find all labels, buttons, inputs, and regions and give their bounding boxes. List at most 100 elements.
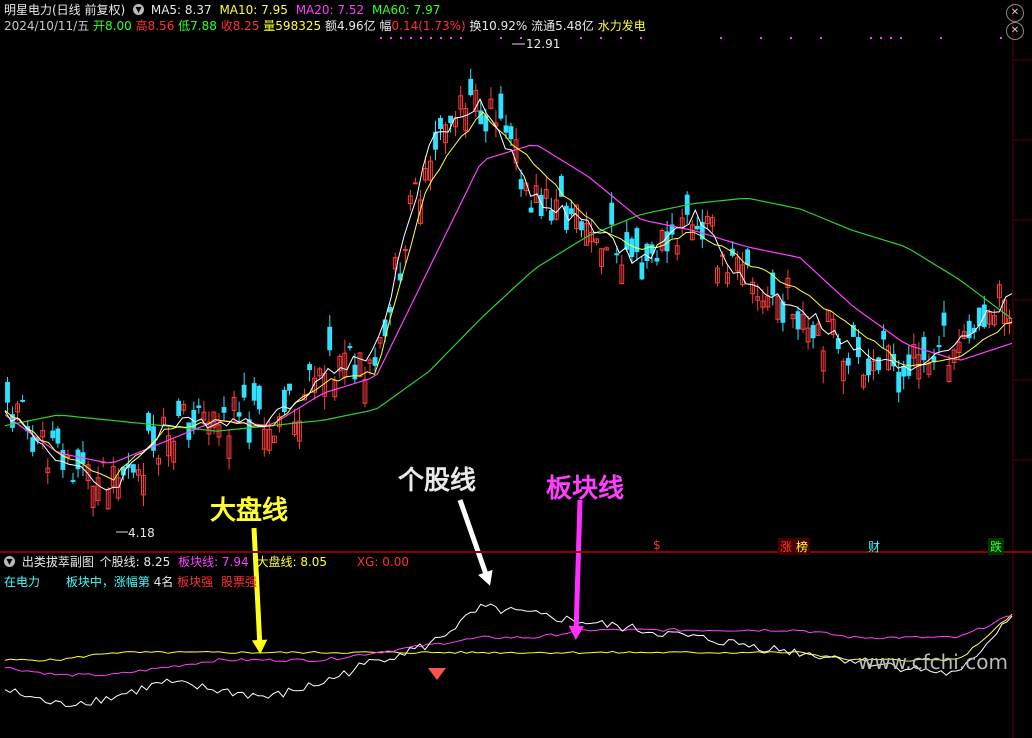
sub-panel-header: ▼ 出类拔萃副图 个股线: 8.25 板块线: 7.94 大盘线: 8.05 X… xyxy=(4,554,409,570)
candle-body xyxy=(629,238,635,258)
event-dot xyxy=(460,37,462,39)
close-label: 收8.25 xyxy=(220,19,260,33)
event-dot xyxy=(450,37,452,39)
event-marker-down[interactable]: 跌 xyxy=(988,538,1005,555)
candle-body xyxy=(307,364,313,371)
low-price-annotation: 4.18 xyxy=(128,526,155,540)
settings-circle-icon[interactable]: ▼ xyxy=(133,4,145,15)
candle-body xyxy=(50,430,56,439)
candle-body xyxy=(347,346,353,349)
event-dot xyxy=(620,37,622,39)
open-label: 开8.00 xyxy=(93,19,132,33)
ma20-line xyxy=(4,144,1013,464)
close-icon[interactable]: ✕ xyxy=(1006,4,1024,22)
watermark-text: www.cfchi.com xyxy=(858,650,1008,674)
market-line-arrow-head xyxy=(251,639,268,654)
event-dot xyxy=(390,37,392,39)
candle-body xyxy=(810,325,816,339)
event-dot xyxy=(430,37,432,39)
high-label: 高8.56 xyxy=(135,19,175,33)
event-dot xyxy=(580,37,582,39)
event-marker-up[interactable]: 涨 xyxy=(778,538,795,555)
market-line-label: 大盘线: 8.05 xyxy=(256,555,328,569)
event-dot xyxy=(1000,37,1002,39)
candle-body xyxy=(881,330,887,340)
candle-body xyxy=(614,253,620,256)
event-dot xyxy=(600,37,602,39)
event-dot xyxy=(400,37,402,39)
sub-panel-name[interactable]: 出类拔萃副图 xyxy=(22,555,94,569)
volume-label: 量598325 xyxy=(263,19,322,33)
candle-body xyxy=(856,337,861,358)
candle-body xyxy=(402,249,408,252)
candle-body xyxy=(5,381,10,403)
candle-body xyxy=(282,389,287,412)
candle-body xyxy=(20,399,26,402)
change-value: 0.14(1.73%) xyxy=(391,19,466,33)
candle-body xyxy=(241,384,247,398)
candle-body xyxy=(624,232,630,250)
candle-body xyxy=(921,337,927,361)
candle-body xyxy=(70,479,76,482)
sector-line-arrow-head xyxy=(568,625,584,640)
event-dot xyxy=(500,37,502,39)
sub-signal-marker xyxy=(428,668,446,680)
candle-body xyxy=(609,202,615,225)
stock-line-annotation: 个股线 xyxy=(398,466,477,496)
candle-body xyxy=(745,249,751,265)
stock-line-arrow xyxy=(457,499,491,581)
sub-row-stock-strong: 股票强 xyxy=(221,575,258,589)
candle-body xyxy=(548,210,554,221)
candle-body xyxy=(694,225,700,230)
candle-body xyxy=(503,125,509,133)
sector-line-label: 板块线: 7.94 xyxy=(178,555,249,569)
candle-body xyxy=(528,207,534,213)
event-dot xyxy=(760,37,762,39)
candle-body xyxy=(845,358,851,366)
ma60-label: MA60: 7.97 xyxy=(371,3,441,17)
candle-body xyxy=(30,437,36,452)
candle-body xyxy=(518,179,524,190)
candle-body xyxy=(438,117,443,130)
close-icon-2[interactable]: ✕ xyxy=(1006,22,1024,40)
candle-body xyxy=(256,385,262,410)
kline-chart[interactable] xyxy=(0,0,1032,738)
event-dot xyxy=(640,37,642,39)
candle-body xyxy=(901,366,907,377)
sub-settings-icon[interactable]: ▼ xyxy=(4,556,15,567)
candle-body xyxy=(866,358,871,376)
ma5-line xyxy=(4,98,1013,491)
event-dot xyxy=(880,37,882,39)
candle-body xyxy=(498,93,504,119)
event-dot xyxy=(520,37,522,39)
ma5-label: MA5: 8.37 xyxy=(150,3,212,17)
event-dot xyxy=(420,37,422,39)
event-dot xyxy=(720,37,722,39)
stock-title[interactable]: 明星电力(日线 前复权) xyxy=(4,3,125,17)
sub-row-rank-text: 板块中，涨幅第 xyxy=(65,575,150,589)
turnover-label: 换10.92% xyxy=(469,19,528,33)
amount-label: 额4.96亿 xyxy=(324,19,376,33)
candle-body xyxy=(639,262,645,280)
event-marker-finance[interactable]: 财 xyxy=(866,538,882,555)
event-marker-board[interactable]: 榜 xyxy=(794,538,811,555)
sector-line-arrow xyxy=(573,499,583,635)
candle-body xyxy=(941,312,947,326)
event-dot xyxy=(790,37,792,39)
candle-body xyxy=(876,357,882,371)
candle-body xyxy=(579,221,584,231)
header-row-2: 2024/10/11/五 开8.00 高8.56 低7.88 收8.25 量59… xyxy=(4,18,646,34)
sector-label[interactable]: 水力发电 xyxy=(598,19,646,33)
sub-panel-row-2: 在电力 板块中，涨幅第 4名 板块强 股票强 xyxy=(4,574,257,590)
candle-body xyxy=(146,412,151,431)
event-dot xyxy=(820,37,822,39)
market-line-annotation: 大盘线 xyxy=(210,496,289,526)
event-marker-dollar[interactable]: $ xyxy=(651,538,663,552)
candle-body xyxy=(236,412,242,417)
candle-body xyxy=(896,371,902,393)
candle-body xyxy=(468,78,474,96)
candle-body xyxy=(176,400,182,416)
candle-body xyxy=(644,243,650,261)
low-label: 低7.88 xyxy=(178,19,217,33)
candle-body xyxy=(287,383,292,391)
